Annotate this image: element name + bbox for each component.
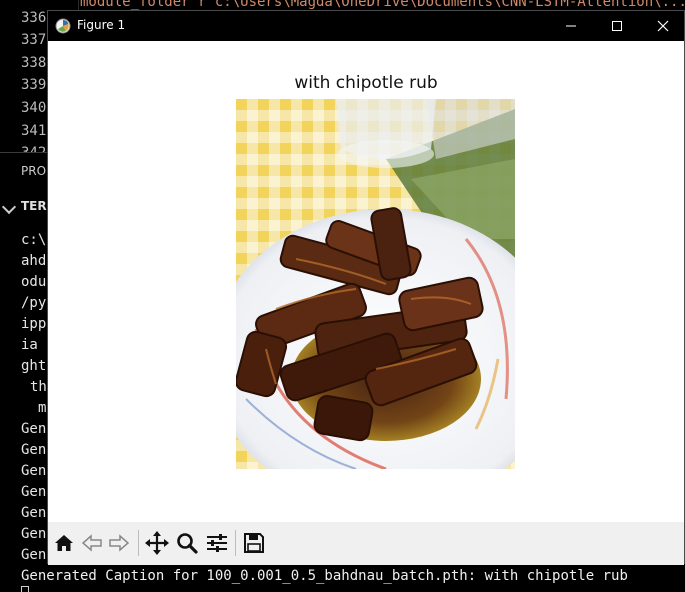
terminal-line: Gen [21,484,47,500]
minimize-icon [566,25,576,27]
terminal-line: odu [21,274,47,290]
terminal-line: ia [21,337,38,353]
save-icon[interactable] [241,530,267,556]
close-icon [657,20,669,32]
terminal-line: th [30,379,47,395]
pan-icon[interactable] [144,530,170,556]
food-photo [236,99,515,469]
figure-titlebar[interactable]: Figure 1 [48,11,684,41]
maximize-button[interactable] [594,11,640,41]
terminal-line: ght [21,358,47,374]
plot-title: with chipotle rub [294,73,438,93]
home-icon[interactable] [51,530,77,556]
terminal-section-header[interactable]: TERMINAL [0,198,47,218]
panel-divider [0,152,47,153]
terminal-cursor [21,586,29,592]
terminal-caption-output: Generated Caption for 100_0.001_0.5_bahd… [21,568,628,584]
maximize-icon [612,21,622,31]
configure-subplots-icon[interactable] [204,530,230,556]
terminal-label: TERMINAL [21,199,47,213]
figure-window: Figure 1 with chipotle rub [47,10,685,565]
minimize-button[interactable] [548,11,594,41]
terminal-line: /py [21,295,47,311]
terminal-line: Gen [21,463,47,479]
terminal-line: c:\ [21,232,47,248]
figure-toolbar [48,522,684,565]
tab-problems[interactable]: PROBLEMS [21,164,47,178]
terminal-line: Gen [21,526,47,542]
terminal-line: Gen [21,421,47,437]
toolbar-separator [138,530,139,556]
window-title: Figure 1 [77,18,126,32]
forward-icon[interactable] [106,530,132,556]
matplotlib-app-icon [55,18,71,34]
terminal-line: Gen [21,547,47,563]
zoom-icon[interactable] [174,530,200,556]
terminal-line: Gen [21,442,47,458]
terminal-line: ipp [21,316,47,332]
editor-top-fragment: module_folder r'c:\Users\Magda\OneDrive\… [80,0,685,10]
terminal-line: m [38,400,47,416]
chevron-down-icon [1,199,17,215]
terminal-line: Gen [21,505,47,521]
terminal-line: ahd [21,253,47,269]
toolbar-separator [235,530,236,556]
close-button[interactable] [640,11,685,41]
back-icon[interactable] [79,530,105,556]
